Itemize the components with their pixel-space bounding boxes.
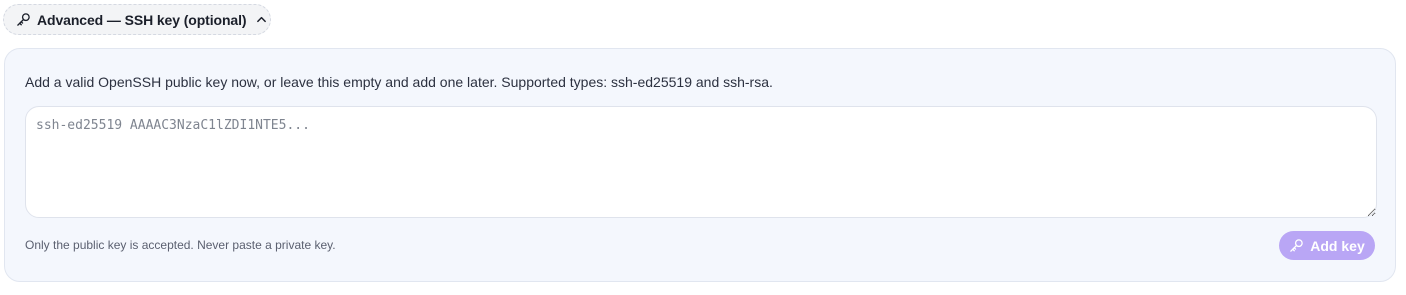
advanced-ssh-toggle[interactable]: Advanced — SSH key (optional) <box>3 4 271 35</box>
key-icon <box>15 12 31 28</box>
ssh-key-section: Advanced — SSH key (optional) Add a vali… <box>0 0 1406 295</box>
add-key-button-label: Add key <box>1310 237 1365 254</box>
key-icon <box>1289 238 1304 253</box>
ssh-key-footnote: Only the public key is accepted. Never p… <box>25 238 336 252</box>
ssh-key-help-text: Add a valid OpenSSH public key now, or l… <box>25 74 773 90</box>
ssh-key-panel: Add a valid OpenSSH public key now, or l… <box>4 48 1396 282</box>
ssh-key-input[interactable] <box>25 106 1377 218</box>
chevron-up-icon <box>255 14 267 26</box>
add-key-button[interactable]: Add key <box>1279 231 1375 260</box>
advanced-ssh-toggle-label: Advanced — SSH key (optional) <box>37 11 247 28</box>
